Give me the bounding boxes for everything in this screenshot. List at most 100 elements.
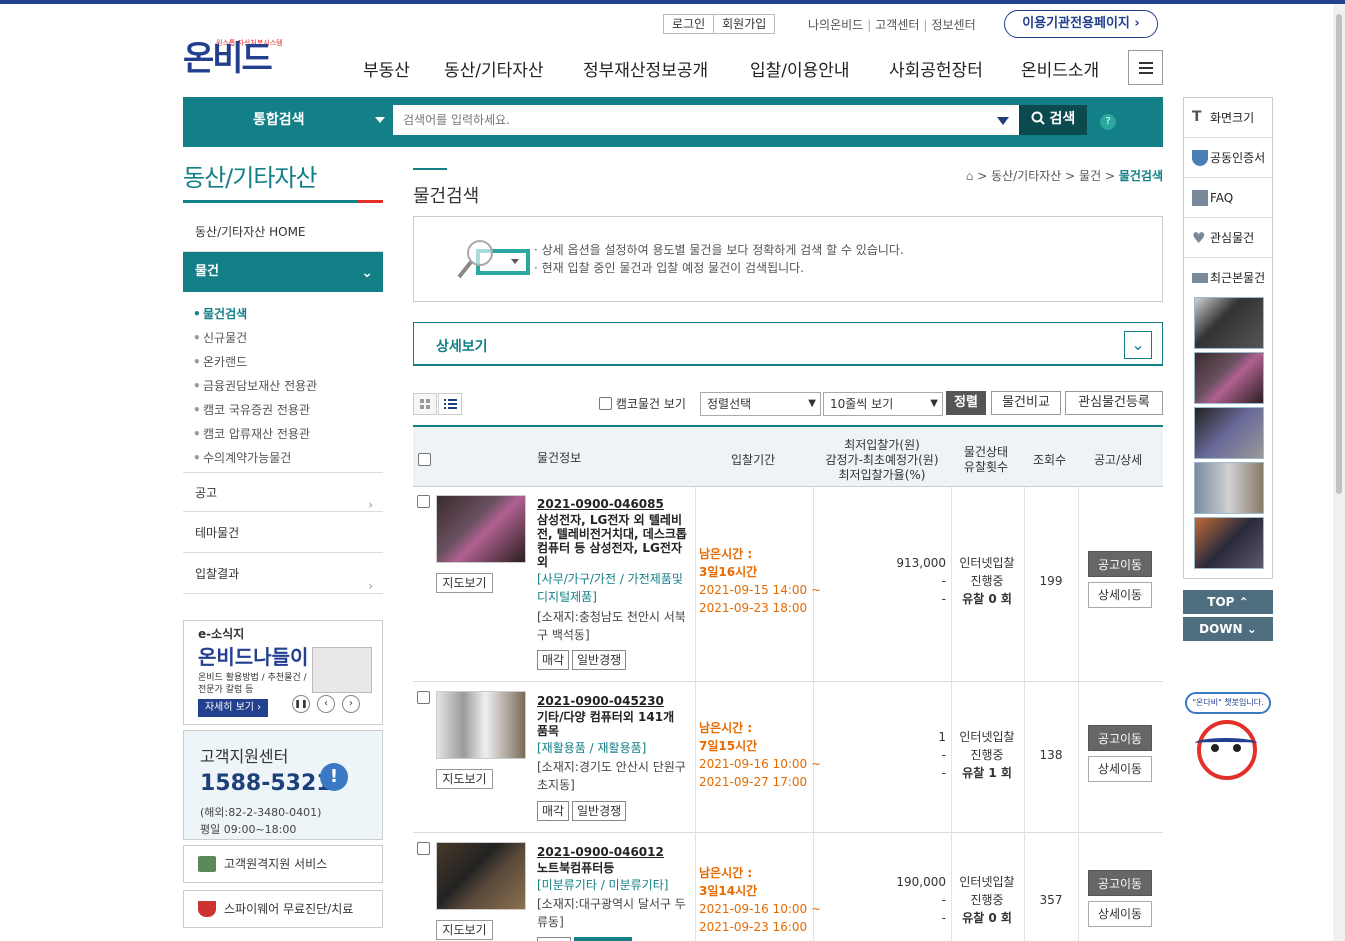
lnb-sub-seized[interactable]: • 캠코 압류재산 전용관 [193, 425, 310, 442]
chevron-down-icon: ⌄ [1246, 622, 1257, 636]
rows-select[interactable]: 10줄씩 보기 ▼ [823, 392, 943, 416]
goto-notice-button[interactable]: 공고이동 [1088, 551, 1152, 577]
goto-detail-button[interactable]: 상세이동 [1088, 901, 1152, 927]
camco-filter[interactable]: 캠코물건 보기 [599, 395, 686, 419]
lnb-item-notice[interactable]: 공고 › [183, 472, 383, 512]
map-button[interactable]: 지도보기 [436, 573, 493, 593]
lnb-sub-finance[interactable]: • 금융권담보재산 전용관 [193, 377, 317, 394]
util-link-info[interactable]: 정보센터 [931, 18, 975, 32]
map-button[interactable]: 지도보기 [436, 920, 493, 940]
grid-view-icon[interactable] [413, 393, 437, 415]
banner-more-button[interactable]: 자세히 보기 › [198, 699, 268, 717]
gnb-govt-property[interactable]: 정부재산정보공개 [583, 56, 708, 81]
recent-thumb-4[interactable] [1194, 462, 1264, 514]
price-rate: - [941, 592, 946, 606]
camco-checkbox[interactable] [599, 397, 612, 410]
search-icon [1031, 111, 1045, 125]
recent-thumb-3[interactable] [1194, 407, 1264, 459]
row-checkbox[interactable] [417, 495, 430, 508]
search-bar: 통합검색 검색어를 입력하세요. 검색 ? [183, 97, 1163, 147]
gnb-social[interactable]: 사회공헌장터 [889, 56, 983, 81]
quick-faq[interactable]: FAQ [1184, 178, 1272, 218]
caret-down-icon: ▼ [808, 398, 816, 409]
recent-thumb-5[interactable] [1194, 517, 1264, 569]
scroll-down-button[interactable]: DOWN ⌄ [1183, 617, 1273, 641]
spyware-scan-button[interactable]: 스파이웨어 무료진단/치료 [183, 890, 383, 928]
item-number-link[interactable]: 2021-0900-046012 [537, 845, 664, 859]
goto-notice-button[interactable]: 공고이동 [1088, 870, 1152, 896]
goto-detail-button[interactable]: 상세이동 [1088, 582, 1152, 608]
breadcrumb-2[interactable]: 물건 [1079, 169, 1101, 183]
list-view-icon[interactable] [438, 393, 462, 415]
search-category-select[interactable]: 통합검색 [183, 97, 393, 147]
phone-alert-icon: ! [320, 763, 348, 791]
lnb-home[interactable]: 동산/기타자산 HOME [183, 212, 383, 252]
chatbot-bubble: "온다비" 챗봇입니다. [1185, 692, 1271, 714]
recent-thumb-1[interactable] [1194, 297, 1264, 349]
gnb-about[interactable]: 온비드소개 [1021, 56, 1099, 81]
item-number-link[interactable]: 2021-0900-046085 [537, 497, 664, 511]
banner-eyebrow: e-소식지 [198, 627, 245, 641]
breadcrumb-current: 물건검색 [1118, 169, 1163, 183]
remote-support-button[interactable]: 고객원격지원 서비스 [183, 845, 383, 883]
item-name[interactable]: 기타/다양 컴퓨터외 141개 품목 [537, 710, 687, 738]
item-photo[interactable] [436, 842, 526, 910]
item-name[interactable]: 삼성전자, LG전자 외 텔레비전, 텔레비전거치대, 데스크톱컴퓨터 등 삼성… [537, 513, 687, 569]
detail-panel-toggle[interactable]: 상세보기 ⌄ [413, 322, 1163, 366]
hamburger-menu-icon[interactable] [1128, 50, 1163, 85]
quick-favorites[interactable]: ♥ 관심물건 [1184, 218, 1272, 258]
gnb-bid-guide[interactable]: 입찰/이용안내 [750, 56, 850, 81]
util-link-support[interactable]: 고객센터 [875, 18, 919, 32]
prev-icon[interactable]: ‹ [317, 695, 335, 713]
util-link-myonbid[interactable]: 나의온비드 [808, 18, 863, 32]
lnb-sub-label: 캠코 압류재산 전용관 [203, 427, 310, 441]
quick-certificate[interactable]: 공동인증서 [1184, 138, 1272, 178]
newsletter-banner[interactable]: e-소식지 온비드나들이 온비드 활용방법 / 추천물건 / 전문가 칼럼 등 … [183, 620, 383, 725]
quick-font-size[interactable]: T 화면크기 [1184, 98, 1272, 138]
search-button[interactable]: 검색 [1019, 105, 1087, 135]
chevron-down-icon[interactable]: ⌄ [1124, 331, 1152, 359]
lnb-item-goods[interactable]: 물건 ⌄ [183, 252, 383, 292]
row-checkbox[interactable] [417, 842, 430, 855]
lnb-sub-new[interactable]: • 신규물건 [193, 329, 247, 346]
sort-button[interactable]: 정렬 [946, 391, 986, 415]
lnb-item-theme[interactable]: 테마물건 [183, 513, 383, 553]
page-scrollbar[interactable] [1333, 4, 1345, 941]
gnb-realestate[interactable]: 부동산 [363, 56, 410, 81]
item-location: [소재지:경기도 안산시 단원구 초지동] [537, 760, 686, 792]
chatbot-launcher[interactable]: "온다비" 챗봇입니다. [1183, 690, 1273, 785]
breadcrumb-1[interactable]: 동산/기타자산 [991, 169, 1061, 183]
join-button[interactable]: 회원가입 [713, 14, 776, 34]
lnb-sub-securities[interactable]: • 캠코 국유증권 전용관 [193, 401, 310, 418]
tag-competition: 일반경쟁 [572, 801, 627, 821]
lnb-sub-search[interactable]: • 물건검색 [193, 305, 247, 322]
goto-notice-button[interactable]: 공고이동 [1088, 725, 1152, 751]
next-icon[interactable]: › [342, 695, 360, 713]
select-all-checkbox[interactable] [418, 453, 431, 466]
lnb-sub-negotiated[interactable]: • 수의계약가능물건 [193, 449, 291, 466]
recent-thumb-2[interactable] [1194, 352, 1264, 404]
home-icon[interactable]: ⌂ [966, 169, 974, 183]
login-button[interactable]: 로그인 [663, 14, 715, 34]
item-name[interactable]: 노트북컴퓨터등 [537, 861, 687, 875]
scroll-top-button[interactable]: TOP ⌃ [1183, 590, 1273, 614]
gnb-movables[interactable]: 동산/기타자산 [444, 56, 544, 81]
item-photo[interactable] [436, 691, 526, 759]
search-help-icon[interactable]: ? [1100, 114, 1116, 130]
goto-detail-button[interactable]: 상세이동 [1088, 756, 1152, 782]
caret-down-icon[interactable] [997, 117, 1009, 125]
pause-icon[interactable]: ❚❚ [292, 695, 310, 713]
lnb-item-results[interactable]: 입찰결과 › [183, 554, 383, 594]
item-number-link[interactable]: 2021-0900-045230 [537, 694, 664, 708]
map-button[interactable]: 지도보기 [436, 769, 493, 789]
shield-icon [198, 901, 216, 917]
compare-button[interactable]: 물건비교 [991, 391, 1061, 415]
agency-page-button[interactable]: 이용기관전용페이지 › [1004, 10, 1158, 38]
item-photo[interactable] [436, 495, 526, 563]
lnb-sub-oncarland[interactable]: • 온카랜드 [193, 353, 247, 370]
row-checkbox[interactable] [417, 691, 430, 704]
search-input[interactable]: 검색어를 입력하세요. [393, 105, 1019, 135]
sort-select[interactable]: 정렬선택 ▼ [700, 392, 821, 416]
scrollbar-thumb[interactable] [1336, 14, 1342, 494]
add-favorite-button[interactable]: 관심물건등록 [1065, 391, 1163, 415]
